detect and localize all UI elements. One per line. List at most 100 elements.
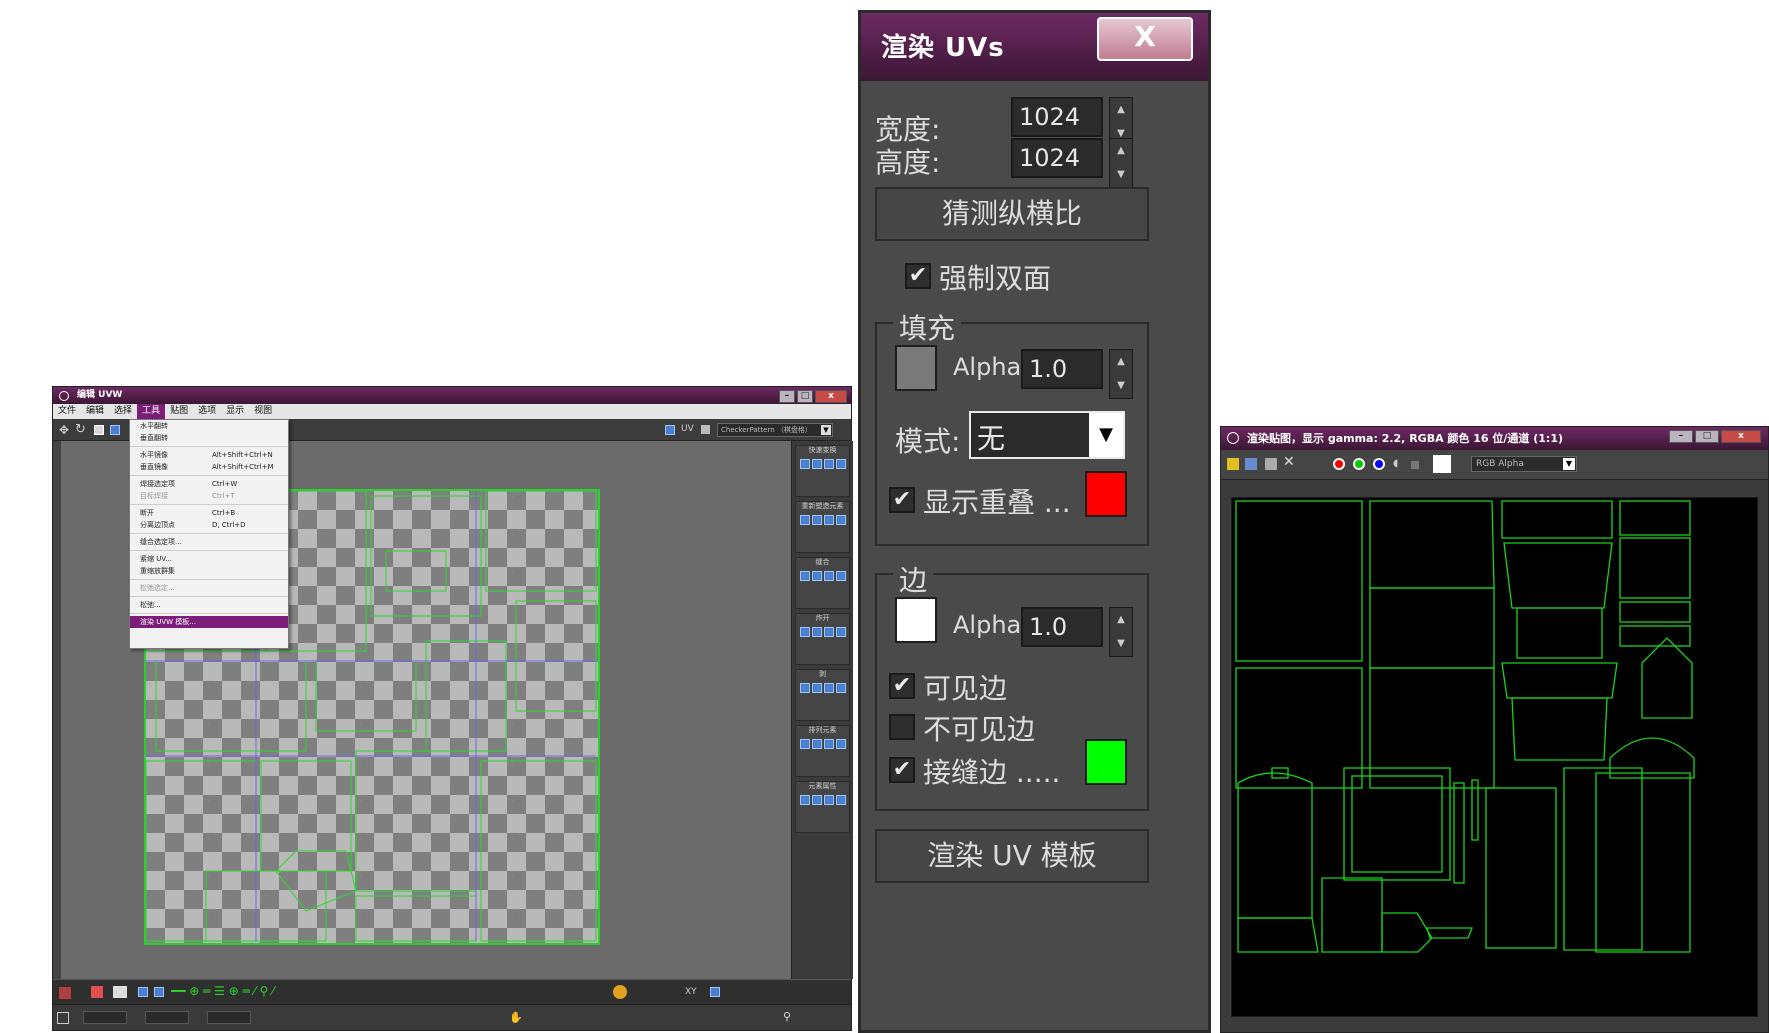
blue-channel-toggle[interactable]	[1373, 458, 1385, 470]
mode-dropdown[interactable]: 无 ▼	[969, 411, 1125, 459]
red-channel-toggle[interactable]	[1333, 458, 1345, 470]
zoom-icon[interactable]: ⚲	[783, 1010, 791, 1023]
freeform-icon[interactable]	[110, 425, 120, 435]
tools-menu-item[interactable]: 重缩放群集	[130, 565, 288, 577]
tool-icon[interactable]	[799, 515, 810, 525]
tools-menu-item[interactable]: 缝合选定项...	[130, 536, 288, 548]
menu-item[interactable]: 工具	[137, 404, 166, 419]
menu-item[interactable]: 显示	[221, 404, 249, 419]
tool-icon[interactable]	[835, 739, 846, 749]
edge-color-swatch[interactable]	[895, 597, 937, 643]
menu-item[interactable]: 选项	[193, 404, 221, 419]
tool-icon[interactable]	[811, 459, 822, 469]
tool-icon[interactable]	[811, 515, 822, 525]
overlap-color-swatch[interactable]	[1085, 471, 1127, 517]
tools-menu-item[interactable]: 垂直翻转	[130, 432, 288, 444]
green-channel-toggle[interactable]	[1353, 458, 1365, 470]
map-minimize-button[interactable]: –	[1669, 430, 1693, 443]
maximize-button[interactable]: □	[797, 390, 813, 403]
tool-icon[interactable]	[811, 795, 822, 805]
clear-icon[interactable]: ✕	[1283, 454, 1295, 470]
tool-icon[interactable]	[799, 459, 810, 469]
force-two-sided-checkbox[interactable]: ✔	[905, 263, 931, 289]
tool-icon[interactable]	[799, 627, 810, 637]
render-uv-template-button[interactable]: 渲染 UV 模板	[875, 829, 1149, 883]
menu-item[interactable]: 选择	[109, 404, 137, 419]
tools-menu-item[interactable]: 分离边顶点 D, Ctrl+D	[130, 519, 288, 531]
tools-menu-item[interactable]: 水平镜像 Alt+Shift+Ctrl+N	[130, 449, 288, 461]
edge-alpha-spinner[interactable]: ▲ ▼	[1109, 607, 1133, 657]
tool-icon[interactable]	[811, 627, 822, 637]
pan-icon[interactable]: ✋	[509, 1011, 523, 1024]
coord-icon[interactable]	[710, 987, 720, 997]
invisible-edges-checkbox[interactable]	[889, 714, 915, 740]
tool-icon[interactable]	[799, 795, 810, 805]
menu-item[interactable]: 文件	[53, 404, 81, 419]
menu-item[interactable]: 视图	[249, 404, 277, 419]
mono-icon[interactable]	[1411, 461, 1419, 469]
map-close-button[interactable]: x	[1721, 430, 1761, 443]
tools-menu-item[interactable]: 垂直镜像 Alt+Shift+Ctrl+M	[130, 461, 288, 473]
mesh-icon[interactable]	[113, 986, 127, 998]
menu-item[interactable]: 编辑	[81, 404, 109, 419]
height-spinner[interactable]: ▲ ▼	[1109, 138, 1133, 188]
tools-menu-item[interactable]: 渲染 UVW 模板...	[130, 616, 288, 628]
tool-icon[interactable]	[835, 795, 846, 805]
height-input[interactable]: 1024	[1011, 138, 1103, 178]
lock-icon[interactable]	[613, 985, 627, 999]
paint-icon[interactable]	[91, 986, 103, 998]
tools-menu-item[interactable]: 紧缩 UV...	[130, 553, 288, 565]
v-field[interactable]	[145, 1011, 189, 1024]
tool-icon[interactable]	[835, 683, 846, 693]
copy-icon[interactable]	[1245, 458, 1257, 470]
save-icon[interactable]	[1227, 458, 1239, 470]
scale-icon[interactable]	[94, 425, 104, 435]
display-color-swatch[interactable]	[1433, 455, 1451, 473]
texture-dropdown[interactable]: CheckerPattern （棋盘格） ▼	[717, 423, 833, 437]
render-map-titlebar[interactable]: 渲染贴图，显示 gamma: 2.2, RGBA 颜色 16 位/通道 (1:1…	[1221, 427, 1768, 450]
seam-edges-checkbox[interactable]: ✔	[889, 757, 915, 783]
menu-item[interactable]: 贴图	[165, 404, 193, 419]
grow-icon[interactable]: ━━ ⊕ ═ ☰ ⊕ ═ ⁄ ⚲ ⁄	[171, 984, 274, 998]
u-field[interactable]	[83, 1011, 127, 1024]
print-icon[interactable]	[1265, 458, 1277, 470]
edge-mode-icon[interactable]	[154, 987, 164, 997]
alpha-channel-icon[interactable]: ◖	[1393, 458, 1398, 469]
dialog-close-button[interactable]: X	[1097, 17, 1193, 61]
fill-alpha-spinner[interactable]: ▲ ▼	[1109, 349, 1133, 399]
tool-icon[interactable]	[799, 571, 810, 581]
tool-icon[interactable]	[823, 627, 834, 637]
close-button[interactable]: x	[815, 390, 847, 403]
brush-icon[interactable]	[59, 987, 71, 999]
texture-icon[interactable]	[701, 425, 710, 434]
vertex-mode-icon[interactable]	[138, 987, 148, 997]
tool-icon[interactable]	[823, 739, 834, 749]
tools-menu-item[interactable]: 松弛...	[130, 599, 288, 611]
fill-color-swatch[interactable]	[895, 345, 937, 391]
tool-icon[interactable]	[823, 683, 834, 693]
tool-icon[interactable]	[835, 515, 846, 525]
tool-icon[interactable]	[835, 459, 846, 469]
tool-icon[interactable]	[823, 795, 834, 805]
uv-toggle-icon[interactable]	[665, 425, 675, 435]
tool-icon[interactable]	[799, 739, 810, 749]
tool-icon[interactable]	[823, 571, 834, 581]
rotate-icon[interactable]: ↻	[75, 422, 86, 437]
guess-aspect-ratio-button[interactable]: 猜测纵横比	[875, 187, 1149, 241]
show-overlap-checkbox[interactable]: ✔	[889, 487, 915, 513]
tool-icon[interactable]	[823, 515, 834, 525]
map-maximize-button[interactable]: □	[1695, 430, 1719, 443]
tool-icon[interactable]	[811, 571, 822, 581]
w-field[interactable]	[207, 1011, 251, 1024]
tool-icon[interactable]	[835, 571, 846, 581]
snap-icon[interactable]	[57, 1012, 69, 1024]
tool-icon[interactable]	[811, 683, 822, 693]
tool-icon[interactable]	[823, 459, 834, 469]
tool-icon[interactable]	[799, 683, 810, 693]
seam-color-swatch[interactable]	[1085, 739, 1127, 785]
visible-edges-checkbox[interactable]: ✔	[889, 673, 915, 699]
tools-menu-item[interactable]: 松弛选定...	[130, 582, 288, 594]
channel-dropdown[interactable]: RGB Alpha ▼	[1471, 456, 1577, 472]
tool-icon[interactable]	[811, 739, 822, 749]
width-input[interactable]: 1024	[1011, 97, 1103, 137]
